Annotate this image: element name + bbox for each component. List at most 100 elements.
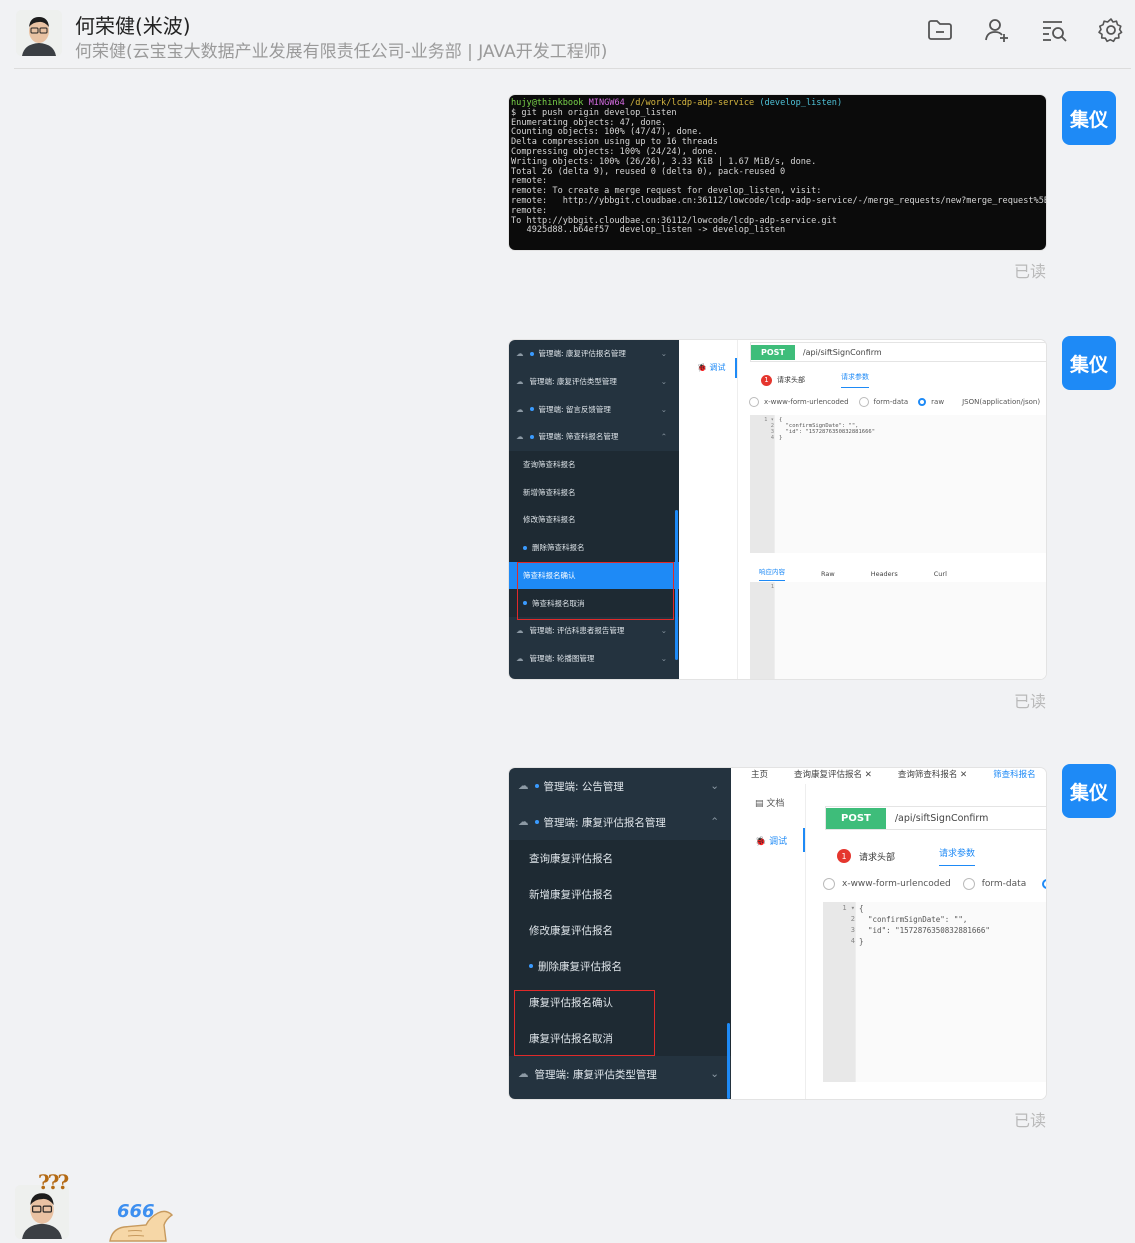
sidebar-item[interactable]: 筛查科报名确认	[509, 561, 679, 590]
sidebar-item[interactable]: 查询康复评估报名	[509, 840, 731, 876]
folder-icon[interactable]	[926, 16, 954, 44]
sidebar-item[interactable]: 修改康复评估报名	[509, 912, 731, 948]
tab-request-headers[interactable]: 请求头部	[777, 375, 805, 385]
request-tabs: 1 请求头部 请求参数	[837, 846, 976, 866]
code-line: }	[859, 937, 864, 946]
code-line: "confirmSignDate": "",	[859, 915, 968, 924]
self-avatar[interactable]: 集仪	[1062, 91, 1116, 145]
contact-name: 何荣健(米波)	[75, 14, 191, 38]
page-tabs: 主页 查询康复评估报名 ✕ 查询筛查科报名 ✕ 筛查科报名	[751, 768, 1036, 780]
chat-header: 何荣健(米波) 何荣健(云宝宝大数据产业发展有限责任公司-业务部 | JAVA开…	[0, 0, 1135, 70]
response-body	[774, 582, 1046, 679]
contact-avatar[interactable]	[16, 10, 62, 56]
nav-debug[interactable]: 🐞 调试	[697, 362, 726, 373]
status-dot	[523, 545, 527, 550]
cloud-icon: ☁	[516, 377, 524, 387]
sidebar-item[interactable]: 康复评估报名确认	[509, 984, 731, 1020]
method-post[interactable]: POST	[751, 344, 795, 360]
chevron-down-icon: ⌄	[660, 653, 667, 663]
sidebar-item[interactable]: 康复评估报名取消	[509, 1020, 731, 1056]
tab-request-headers[interactable]: 请求头部	[859, 850, 895, 863]
sidebar-group[interactable]: ☁ 管理端: 评估科患者报告管理 ⌄	[509, 617, 679, 645]
chevron-down-icon: ⌄	[660, 377, 667, 387]
header-count-badge: 1	[837, 849, 851, 863]
sticker-666-thumbs[interactable]: 666	[106, 1195, 186, 1243]
add-member-icon[interactable]	[983, 16, 1011, 44]
sidebar-scrollbar[interactable]	[727, 1023, 730, 1099]
response-tab[interactable]: 响应内容	[759, 566, 785, 581]
terminal-text: remote:	[511, 176, 548, 187]
code-line: "id": "1572876350832881666"	[859, 926, 990, 935]
self-avatar[interactable]: 集仪	[1062, 336, 1116, 390]
tab-request-params[interactable]: 请求参数	[939, 846, 976, 866]
self-avatar[interactable]: 集仪	[1062, 764, 1116, 818]
request-body-editor[interactable]: 1 ▾ 2 3 4 { "confirmSignDate": "", "id": …	[823, 902, 1046, 1082]
line-number: 3	[850, 926, 855, 934]
settings-icon[interactable]	[1097, 16, 1125, 44]
message-image-api-debug-1[interactable]: ☁ 管理端: 康复评估报名管理 ⌄ ☁ 管理端: 康复评估类型管理 ⌄ ☁ 管理端: 留言反馈…	[509, 340, 1046, 679]
sidebar-group[interactable]: ☁ 管理端: 留言反馈管理 ⌄	[509, 395, 679, 423]
page-tab[interactable]: 筛查科报名	[993, 768, 1036, 780]
status-dot	[534, 820, 539, 824]
search-history-icon[interactable]	[1040, 16, 1068, 44]
method-post[interactable]: POST	[826, 807, 886, 829]
sidebar-group[interactable]: ☁ 管理端: 筛查科报名管理 ⌃	[509, 423, 679, 451]
sidebar-item[interactable]: 查询筛查科报名	[509, 450, 679, 479]
code-line: }	[779, 435, 783, 441]
message-image-api-debug-2[interactable]: ☁ 管理端: 公告管理 ⌄ ☁ 管理端: 康复评估报名管理 ⌃ 查询康复评估报名 新增康复评估…	[509, 768, 1046, 1099]
sidebar-group[interactable]: ☁ 管理端: 公告管理 ⌄	[509, 768, 731, 804]
page-tab[interactable]: 查询筛查科报名 ✕	[898, 768, 967, 780]
sidebar-item[interactable]: 新增康复评估报名	[509, 876, 731, 912]
response-tab[interactable]: Raw	[821, 570, 835, 578]
page-tab[interactable]: 查询康复评估报名 ✕	[794, 768, 872, 780]
document-icon: ▤	[755, 799, 764, 809]
radio-urlencoded[interactable]	[749, 397, 759, 407]
sidebar-item[interactable]: 修改筛查科报名	[509, 506, 679, 534]
code-body: { "confirmSignDate": "", "id": "15728763…	[855, 902, 1046, 1082]
sidebar-item-label: 康复评估报名取消	[529, 1032, 613, 1045]
sidebar-group[interactable]: ☁ 管理端: 轮播图管理 ⌄	[509, 645, 679, 673]
nav-docs[interactable]: ▤ 文档	[755, 796, 784, 809]
radio-raw[interactable]	[918, 398, 927, 406]
sidebar-group[interactable]: ☁ 管理端: 康复评估报名管理 ⌄	[509, 340, 679, 368]
radio-form-data-label: form-data	[981, 879, 1027, 889]
header-count-badge: 1	[761, 374, 772, 386]
request-url[interactable]: /api/siftSignConfirm	[895, 813, 989, 824]
nav-docs-label: 文档	[766, 799, 785, 809]
status-dot	[529, 434, 534, 439]
radio-form-data[interactable]	[858, 397, 869, 407]
line-gutter: 1 ▾ 2 3 4	[750, 415, 774, 553]
sidebar-item-label: 修改筛查科报名	[523, 515, 576, 525]
line-number: 1 ▾	[842, 904, 855, 912]
bug-icon: 🐞	[755, 837, 767, 847]
page-tab[interactable]: 主页	[751, 768, 768, 780]
doc-nav: 🐞 调试	[679, 340, 738, 679]
terminal-line: 4925d88..b64ef57 develop_listen -> devel…	[511, 225, 1044, 236]
tab-request-params[interactable]: 请求参数	[841, 372, 869, 388]
request-url[interactable]: /api/siftSignConfirm	[803, 348, 882, 357]
sidebar-item[interactable]: 筛查科报名取消	[509, 589, 679, 617]
sidebar-item[interactable]: 删除康复评估报名	[509, 948, 731, 984]
terminal-line: remote: http://ybbgit.cloudbae.cn:36112/…	[511, 196, 1046, 207]
sidebar-item[interactable]: 新增筛查科报名	[509, 478, 679, 507]
terminal-text: hujy@thinkbook	[511, 98, 589, 108]
radio-urlencoded[interactable]	[823, 878, 835, 890]
response-tab[interactable]: Curl	[934, 570, 947, 578]
sidebar-group[interactable]: ☁ 管理端: 康复评估类型管理 ⌄	[509, 1056, 731, 1092]
response-tab[interactable]: Headers	[871, 570, 898, 578]
contact-subtitle: 何荣健(云宝宝大数据产业发展有限责任公司-业务部 | JAVA开发工程师)	[75, 42, 608, 62]
radio-form-data[interactable]	[962, 878, 975, 890]
sidebar-group[interactable]: ☁ 管理端: 康复评估类型管理 ⌄	[509, 368, 679, 396]
terminal-line: Total 26 (delta 9), reused 0 (delta 0), …	[511, 167, 1044, 178]
nav-debug[interactable]: 🐞 调试	[755, 834, 787, 847]
sidebar-scrollbar[interactable]	[675, 510, 678, 660]
sidebar-item-label: 查询筛查科报名	[523, 460, 576, 470]
sidebar-item-label: 新增康复评估报名	[529, 888, 613, 901]
radio-raw[interactable]	[1042, 879, 1046, 889]
sidebar-group[interactable]: ☁ 管理端: 康复评估报名管理 ⌃	[509, 804, 731, 840]
content-type-select[interactable]: JSON(application/json)	[962, 398, 1040, 406]
request-body-editor[interactable]: 1 ▾ 2 3 4 { "confirmSignDate": "", "id": …	[750, 415, 1046, 553]
message-image-terminal[interactable]: hujy@thinkbook MINGW64 /d/work/lcdp-adp-…	[509, 95, 1046, 250]
sidebar-item-label: 查询康复评估报名	[529, 852, 613, 865]
sidebar-item[interactable]: 删除筛查科报名	[509, 533, 679, 562]
